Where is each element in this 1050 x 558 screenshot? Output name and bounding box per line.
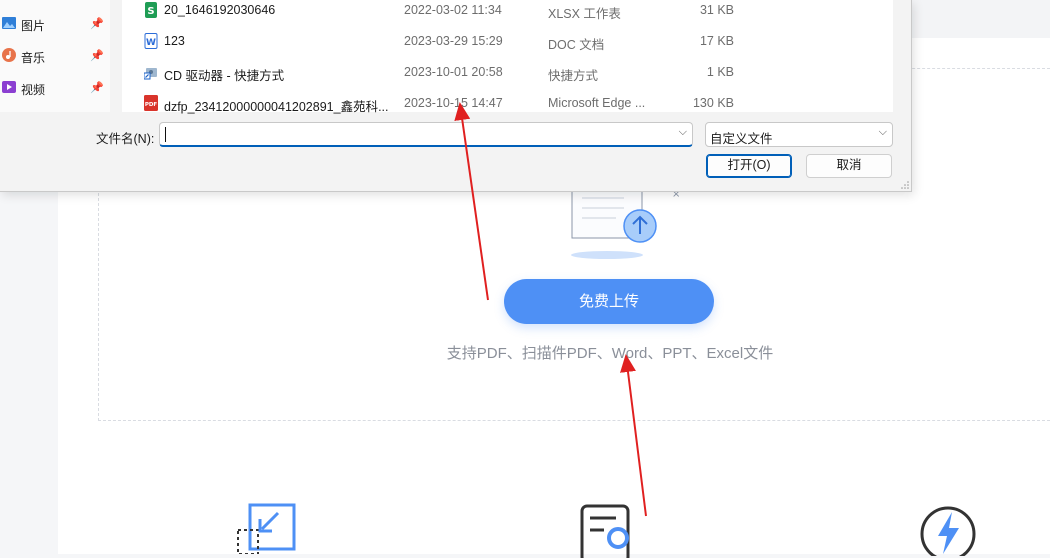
- file-type: 快捷方式: [548, 69, 599, 83]
- pin-icon[interactable]: 📌: [90, 17, 104, 30]
- nav-item-label: 视频: [21, 83, 46, 97]
- file-row[interactable]: W 123 2023-03-29 15:29 DOC 文档 17 KB: [122, 31, 893, 61]
- music-icon: [2, 48, 16, 62]
- svg-text:S: S: [147, 6, 154, 17]
- file-row[interactable]: PDF dzfp_23412000000041202891_鑫苑科... 202…: [122, 93, 893, 123]
- free-upload-button[interactable]: 免费上传: [504, 279, 714, 324]
- file-row[interactable]: CD 驱动器 - 快捷方式 2023-10-01 20:58 快捷方式 1 KB: [122, 62, 893, 92]
- fast-convert-feature-icon[interactable]: [914, 502, 978, 556]
- file-type: Microsoft Edge ...: [548, 96, 646, 110]
- pin-icon[interactable]: 📌: [90, 49, 104, 62]
- upload-illustration-icon: ×: [571, 186, 680, 259]
- file-size: 17 KB: [699, 34, 734, 48]
- document-search-feature-icon[interactable]: [576, 504, 640, 558]
- text-caret: [165, 127, 166, 142]
- shortcut-icon: [144, 68, 157, 80]
- file-date: 2023-10-01 20:58: [404, 65, 503, 79]
- file-date: 2022-03-02 11:34: [404, 3, 502, 17]
- filename-input[interactable]: ⌵: [159, 122, 693, 147]
- file-type: DOC 文档: [548, 38, 605, 52]
- file-size: 130 KB: [692, 96, 734, 110]
- nav-item-pictures[interactable]: 图片 📌: [0, 10, 110, 38]
- svg-text:W: W: [146, 38, 156, 48]
- xlsx-file-icon: S: [145, 2, 157, 18]
- file-name: 123: [164, 34, 185, 48]
- filename-label: 文件名(N):: [96, 132, 155, 146]
- file-name: CD 驱动器 - 快捷方式: [164, 69, 285, 83]
- file-size: 1 KB: [706, 65, 734, 79]
- file-open-dialog: 图片 📌 音乐 📌 视频 📌 S 20_1646192030646 2022-0…: [0, 0, 912, 192]
- svg-text:PDF: PDF: [145, 102, 158, 108]
- pdf-file-icon: PDF: [144, 95, 158, 111]
- nav-item-videos[interactable]: 视频 📌: [0, 74, 110, 102]
- cancel-button[interactable]: 取消: [806, 154, 892, 178]
- navigation-pane: 图片 📌 音乐 📌 视频 📌: [0, 0, 110, 112]
- open-button[interactable]: 打开(O): [706, 154, 792, 178]
- file-size: 31 KB: [699, 3, 734, 17]
- supported-formats-hint: 支持PDF、扫描件PDF、Word、PPT、Excel文件: [446, 345, 774, 362]
- nav-item-label: 音乐: [21, 51, 46, 65]
- file-name: dzfp_23412000000041202891_鑫苑科...: [164, 100, 389, 114]
- doc-file-icon: W: [144, 33, 158, 49]
- file-row[interactable]: S 20_1646192030646 2022-03-02 11:34 XLSX…: [122, 0, 893, 30]
- chevron-down-icon: ⌵: [878, 126, 887, 138]
- pictures-icon: [2, 17, 16, 29]
- file-date: 2023-03-29 15:29: [404, 34, 503, 48]
- file-type-select-value: 自定义文件: [710, 132, 773, 146]
- pin-icon[interactable]: 📌: [90, 81, 104, 94]
- chevron-down-icon[interactable]: ⌵: [679, 126, 687, 139]
- nav-item-music[interactable]: 音乐 📌: [0, 42, 110, 70]
- file-name: 20_1646192030646: [164, 3, 276, 17]
- file-type: XLSX 工作表: [548, 7, 621, 21]
- file-date: 2023-10-15 14:47: [404, 96, 503, 110]
- file-list: S 20_1646192030646 2022-03-02 11:34 XLSX…: [122, 0, 893, 114]
- resize-grip-icon[interactable]: [901, 181, 909, 189]
- videos-icon: [2, 81, 16, 93]
- file-type-select[interactable]: 自定义文件 ⌵: [705, 122, 893, 147]
- compress-feature-icon[interactable]: [234, 500, 298, 554]
- nav-item-label: 图片: [21, 19, 46, 33]
